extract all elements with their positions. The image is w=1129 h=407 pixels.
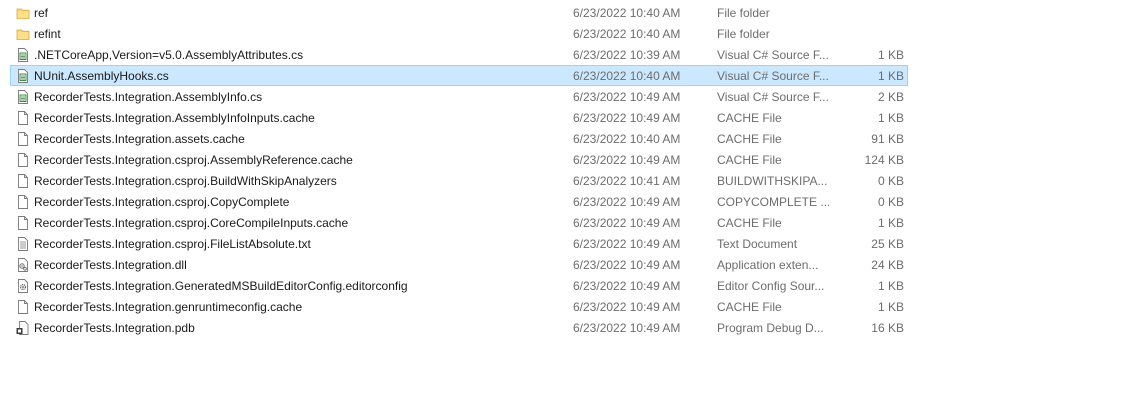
- file-row[interactable]: RecorderTests.Integration.pdb 6/23/2022 1…: [10, 317, 908, 338]
- file-name: .NETCoreApp,Version=v5.0.AssemblyAttribu…: [34, 48, 304, 62]
- file-date-modified: 6/23/2022 10:49 AM: [573, 111, 681, 125]
- file-row[interactable]: ref 6/23/2022 10:40 AM File folder: [10, 2, 908, 23]
- file-size: 2 KB: [877, 90, 904, 104]
- csharp-file-icon: [16, 48, 30, 62]
- file-row[interactable]: RecorderTests.Integration.csproj.CoreCom…: [10, 212, 908, 233]
- dll-file-icon: [16, 258, 30, 272]
- file-type: Program Debug D...: [717, 321, 824, 335]
- file-type: Visual C# Source F...: [717, 48, 829, 62]
- file-type: File folder: [717, 6, 770, 20]
- file-type: CACHE File: [717, 153, 782, 167]
- file-row[interactable]: RecorderTests.Integration.csproj.BuildWi…: [10, 170, 908, 191]
- file-name: refint: [34, 27, 61, 41]
- file-name: RecorderTests.Integration.assets.cache: [34, 132, 245, 146]
- file-row[interactable]: RecorderTests.Integration.AssemblyInfo.c…: [10, 86, 908, 107]
- blank-file-icon: [16, 195, 30, 209]
- file-date-modified: 6/23/2022 10:49 AM: [573, 258, 681, 272]
- file-type: Visual C# Source F...: [717, 69, 829, 83]
- blank-file-icon: [16, 153, 30, 167]
- blank-file-icon: [16, 132, 30, 146]
- file-size: 91 KB: [871, 132, 904, 146]
- file-date-modified: 6/23/2022 10:49 AM: [573, 153, 681, 167]
- file-date-modified: 6/23/2022 10:40 AM: [573, 27, 681, 41]
- file-row[interactable]: RecorderTests.Integration.dll 6/23/2022 1…: [10, 254, 908, 275]
- file-size: 25 KB: [871, 237, 904, 251]
- blank-file-icon: [16, 300, 30, 314]
- file-size: 1 KB: [877, 48, 904, 62]
- blank-file-icon: [16, 174, 30, 188]
- file-size: 1 KB: [877, 111, 904, 125]
- file-size: 1 KB: [877, 279, 904, 293]
- text-file-icon: [16, 237, 30, 251]
- config-file-icon: [16, 279, 30, 293]
- file-row[interactable]: RecorderTests.Integration.AssemblyInfoIn…: [10, 107, 908, 128]
- file-size: 24 KB: [871, 258, 904, 272]
- file-size: 16 KB: [871, 321, 904, 335]
- file-date-modified: 6/23/2022 10:49 AM: [573, 321, 681, 335]
- file-row[interactable]: refint 6/23/2022 10:40 AM File folder: [10, 23, 908, 44]
- csharp-file-icon: [16, 69, 30, 83]
- file-type: Application exten...: [717, 258, 819, 272]
- file-row[interactable]: RecorderTests.Integration.GeneratedMSBui…: [10, 275, 908, 296]
- file-row[interactable]: RecorderTests.Integration.csproj.CopyCom…: [10, 191, 908, 212]
- file-size: 0 KB: [877, 174, 904, 188]
- file-name: RecorderTests.Integration.GeneratedMSBui…: [34, 279, 408, 293]
- file-name: RecorderTests.Integration.genruntimeconf…: [34, 300, 303, 314]
- file-type: Text Document: [717, 237, 798, 251]
- file-type: COPYCOMPLETE ...: [717, 195, 829, 209]
- file-row[interactable]: RecorderTests.Integration.csproj.Assembl…: [10, 149, 908, 170]
- file-type: CACHE File: [717, 300, 782, 314]
- file-size: 1 KB: [877, 69, 904, 83]
- file-date-modified: 6/23/2022 10:49 AM: [573, 237, 681, 251]
- file-size: 1 KB: [877, 300, 904, 314]
- folder-icon: [16, 27, 30, 41]
- file-name: RecorderTests.Integration.dll: [34, 258, 187, 272]
- file-date-modified: 6/23/2022 10:49 AM: [573, 216, 681, 230]
- file-row[interactable]: RecorderTests.Integration.assets.cache 6/…: [10, 128, 908, 149]
- file-name: NUnit.AssemblyHooks.cs: [34, 69, 169, 83]
- file-size: 1 KB: [877, 216, 904, 230]
- file-date-modified: 6/23/2022 10:49 AM: [573, 195, 681, 209]
- blank-file-icon: [16, 111, 30, 125]
- blank-file-icon: [16, 216, 30, 230]
- file-date-modified: 6/23/2022 10:40 AM: [573, 69, 681, 83]
- file-type: CACHE File: [717, 216, 782, 230]
- file-date-modified: 6/23/2022 10:49 AM: [573, 90, 681, 104]
- file-name: RecorderTests.Integration.pdb: [34, 321, 195, 335]
- file-name: RecorderTests.Integration.csproj.CoreCom…: [34, 216, 349, 230]
- file-name: RecorderTests.Integration.csproj.CopyCom…: [34, 195, 290, 209]
- file-date-modified: 6/23/2022 10:39 AM: [573, 48, 681, 62]
- file-type: BUILDWITHSKIPA...: [717, 174, 828, 188]
- file-name: RecorderTests.Integration.csproj.Assembl…: [34, 153, 353, 167]
- file-size: 124 KB: [864, 153, 904, 167]
- file-date-modified: 6/23/2022 10:40 AM: [573, 6, 681, 20]
- folder-icon: [16, 6, 30, 20]
- csharp-file-icon: [16, 90, 30, 104]
- file-size: 0 KB: [877, 195, 904, 209]
- file-date-modified: 6/23/2022 10:40 AM: [573, 132, 681, 146]
- file-row[interactable]: .NETCoreApp,Version=v5.0.AssemblyAttribu…: [10, 44, 908, 65]
- file-type: CACHE File: [717, 111, 782, 125]
- file-row[interactable]: RecorderTests.Integration.csproj.FileLis…: [10, 233, 908, 254]
- file-type: Visual C# Source F...: [717, 90, 829, 104]
- file-list: ref 6/23/2022 10:40 AM File folder refint 6/…: [10, 2, 908, 338]
- file-name: RecorderTests.Integration.csproj.BuildWi…: [34, 174, 337, 188]
- pdb-file-icon: [16, 321, 30, 335]
- file-name: RecorderTests.Integration.AssemblyInfoIn…: [34, 111, 315, 125]
- file-type: Editor Config Sour...: [717, 279, 825, 293]
- file-row[interactable]: NUnit.AssemblyHooks.cs 6/23/2022 10:40 AM…: [10, 65, 908, 86]
- file-date-modified: 6/23/2022 10:41 AM: [573, 174, 681, 188]
- file-row[interactable]: RecorderTests.Integration.genruntimeconf…: [10, 296, 908, 317]
- file-name: RecorderTests.Integration.csproj.FileLis…: [34, 237, 311, 251]
- file-name: ref: [34, 6, 49, 20]
- file-date-modified: 6/23/2022 10:49 AM: [573, 300, 681, 314]
- file-type: File folder: [717, 27, 770, 41]
- file-date-modified: 6/23/2022 10:49 AM: [573, 279, 681, 293]
- file-type: CACHE File: [717, 132, 782, 146]
- file-name: RecorderTests.Integration.AssemblyInfo.c…: [34, 90, 263, 104]
